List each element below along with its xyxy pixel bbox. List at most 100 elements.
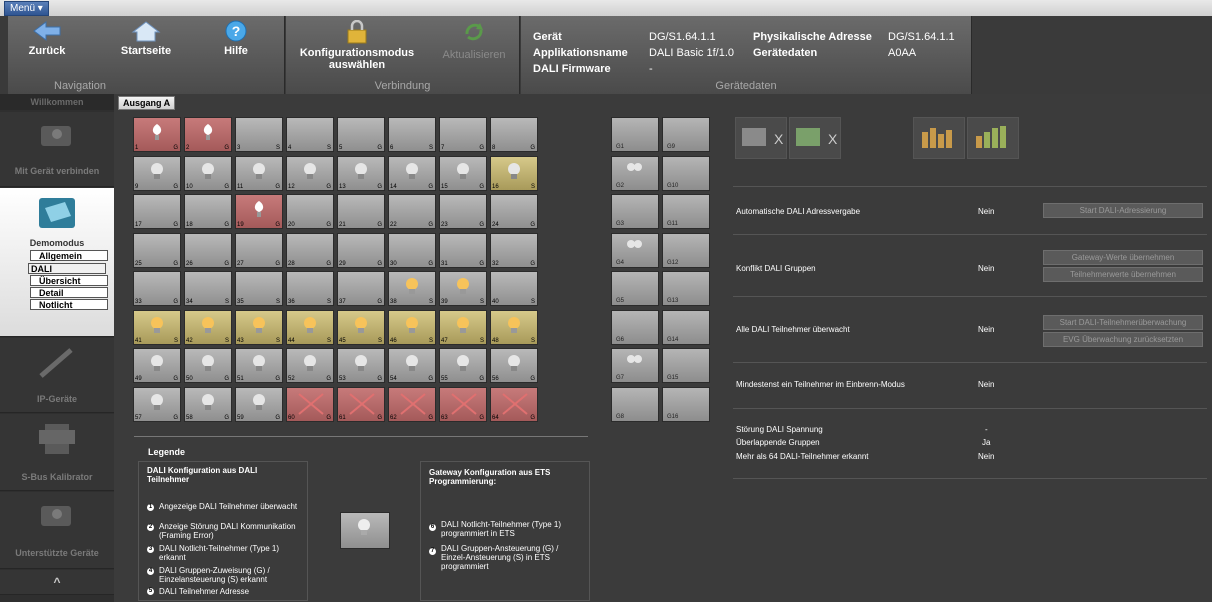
sidebar-item-supported[interactable]: Unterstützte Geräte xyxy=(0,492,114,569)
dali-group-cell[interactable]: G14 xyxy=(662,309,710,345)
dali-cell[interactable]: 20 G xyxy=(286,194,334,229)
subnav-allgemein[interactable]: Allgemein xyxy=(30,250,108,261)
dali-cell[interactable]: 52 G xyxy=(286,348,334,383)
dali-cell[interactable]: 24 G xyxy=(490,194,538,229)
dali-cell[interactable]: 10 G xyxy=(184,155,232,191)
apply-gateway-values-button[interactable]: Gateway-Werte übernehmen xyxy=(1043,250,1203,265)
help-button[interactable]: ? Hilfe xyxy=(216,20,256,57)
dali-cell[interactable]: 16 S xyxy=(490,155,538,191)
dali-group-cell[interactable]: G6 xyxy=(611,309,659,345)
apply-participant-values-button[interactable]: Teilnehmerwerte übernehmen xyxy=(1043,267,1203,282)
sidebar-item-connect[interactable]: Mit Gerät verbinden xyxy=(0,112,114,187)
dali-cell[interactable]: 38 S xyxy=(388,271,436,306)
dali-cell[interactable]: 42 S xyxy=(184,309,232,345)
dali-cell[interactable]: 53 G xyxy=(337,348,385,383)
dali-group-cell[interactable]: G16 xyxy=(662,386,710,422)
subnav-dali[interactable]: DALI xyxy=(28,263,106,274)
dali-cell[interactable]: 49 G xyxy=(133,348,181,383)
dali-cell[interactable]: 12 G xyxy=(286,155,334,191)
dali-cell[interactable]: 43 S xyxy=(235,309,283,345)
dali-group-cell[interactable]: G9 xyxy=(662,117,710,152)
dali-cell[interactable]: 46 S xyxy=(388,309,436,345)
dali-cell[interactable]: 55 G xyxy=(439,348,487,383)
sidebar-item-sbus[interactable]: S-Bus Kalibrator xyxy=(0,414,114,491)
dali-cell[interactable]: 29 G xyxy=(337,232,385,268)
sidebar-welcome[interactable]: Willkommen xyxy=(0,94,114,110)
subnav-notlicht[interactable]: Notlicht xyxy=(30,299,108,310)
dali-group-cell[interactable]: G4 xyxy=(611,232,659,268)
view-list-button-2[interactable]: X xyxy=(789,117,841,159)
dali-group-cell[interactable]: G8 xyxy=(611,386,659,422)
dali-cell[interactable]: 28 G xyxy=(286,232,334,268)
dali-cell[interactable]: 40 S xyxy=(490,271,538,306)
dali-cell[interactable]: 56 G xyxy=(490,348,538,383)
dali-group-cell[interactable]: G15 xyxy=(662,348,710,383)
dali-cell[interactable]: 30 G xyxy=(388,232,436,268)
dali-group-cell[interactable]: G7 xyxy=(611,348,659,383)
dali-cell[interactable]: 59 G xyxy=(235,386,283,422)
dali-cell[interactable]: 51 G xyxy=(235,348,283,383)
tab-ausgang-a[interactable]: Ausgang A xyxy=(118,96,176,110)
dali-cell[interactable]: 6S xyxy=(388,117,436,152)
dali-cell[interactable]: 3S xyxy=(235,117,283,152)
dali-cell[interactable]: 57 G xyxy=(133,386,181,422)
dali-cell[interactable]: 37 G xyxy=(337,271,385,306)
dali-cell[interactable]: 45 S xyxy=(337,309,385,345)
dali-cell[interactable]: 4S xyxy=(286,117,334,152)
dali-cell[interactable]: 31 G xyxy=(439,232,487,268)
dali-cell[interactable]: 11 G xyxy=(235,155,283,191)
dali-group-cell[interactable]: G3 xyxy=(611,194,659,229)
dali-cell[interactable]: 33 G xyxy=(133,271,181,306)
dali-cell[interactable]: 21 G xyxy=(337,194,385,229)
view-list-button-1[interactable]: X xyxy=(735,117,787,159)
dali-cell[interactable]: 19 G xyxy=(235,194,283,229)
start-monitoring-button[interactable]: Start DALI-Teilnehmerüberwachung xyxy=(1043,315,1203,330)
dali-cell[interactable]: 26 G xyxy=(184,232,232,268)
sidebar-scroll-up-button[interactable]: ^ xyxy=(0,570,114,595)
dali-cell[interactable]: 47 S xyxy=(439,309,487,345)
dali-cell[interactable]: 5G xyxy=(337,117,385,152)
dali-group-cell[interactable]: G10 xyxy=(662,155,710,191)
start-dali-addressing-button[interactable]: Start DALI-Adressierung xyxy=(1043,203,1203,218)
dali-group-cell[interactable]: G2 xyxy=(611,155,659,191)
reset-evg-monitoring-button[interactable]: EVG Überwachung zurücksetzten xyxy=(1043,332,1203,347)
dali-cell[interactable]: 44 S xyxy=(286,309,334,345)
dali-cell[interactable]: 54 G xyxy=(388,348,436,383)
subnav-uebersicht[interactable]: Übersicht xyxy=(30,275,108,286)
back-button[interactable]: Zurück xyxy=(22,20,72,57)
dali-cell[interactable]: 1G xyxy=(133,117,181,152)
view-chart-button-2[interactable] xyxy=(967,117,1019,159)
dali-cell[interactable]: 41 S xyxy=(133,309,181,345)
dali-cell[interactable]: 17 G xyxy=(133,194,181,229)
config-mode-button[interactable]: Konfigurationsmodus auswählen xyxy=(290,19,424,71)
home-button[interactable]: Startseite xyxy=(116,20,176,57)
dali-cell[interactable]: 34 S xyxy=(184,271,232,306)
dali-cell[interactable]: 23 G xyxy=(439,194,487,229)
dali-group-cell[interactable]: G13 xyxy=(662,271,710,306)
dali-cell[interactable]: 60 G xyxy=(286,386,334,422)
dali-cell[interactable]: 64 G xyxy=(490,386,538,422)
update-button[interactable]: Aktualisieren xyxy=(434,20,514,61)
dali-cell[interactable]: 8G xyxy=(490,117,538,152)
dali-cell[interactable]: 62 G xyxy=(388,386,436,422)
dali-group-cell[interactable]: G11 xyxy=(662,194,710,229)
dali-cell[interactable]: 27 G xyxy=(235,232,283,268)
dali-cell[interactable]: 48 S xyxy=(490,309,538,345)
dali-cell[interactable]: 39 S xyxy=(439,271,487,306)
menu-button[interactable]: Menü ▾ xyxy=(4,1,49,16)
dali-cell[interactable]: 32 G xyxy=(490,232,538,268)
subnav-detail[interactable]: Detail xyxy=(30,287,108,298)
dali-group-cell[interactable]: G1 xyxy=(611,117,659,152)
dali-group-cell[interactable]: G5 xyxy=(611,271,659,306)
dali-cell[interactable]: 14 G xyxy=(388,155,436,191)
dali-cell[interactable]: 7G xyxy=(439,117,487,152)
view-chart-button-1[interactable] xyxy=(913,117,965,159)
dali-cell[interactable]: 18 G xyxy=(184,194,232,229)
dali-cell[interactable]: 15 G xyxy=(439,155,487,191)
dali-group-cell[interactable]: G12 xyxy=(662,232,710,268)
dali-cell[interactable]: 63 G xyxy=(439,386,487,422)
dali-cell[interactable]: 61 G xyxy=(337,386,385,422)
dali-cell[interactable]: 2G xyxy=(184,117,232,152)
dali-cell[interactable]: 9G xyxy=(133,155,181,191)
dali-cell[interactable]: 50 G xyxy=(184,348,232,383)
